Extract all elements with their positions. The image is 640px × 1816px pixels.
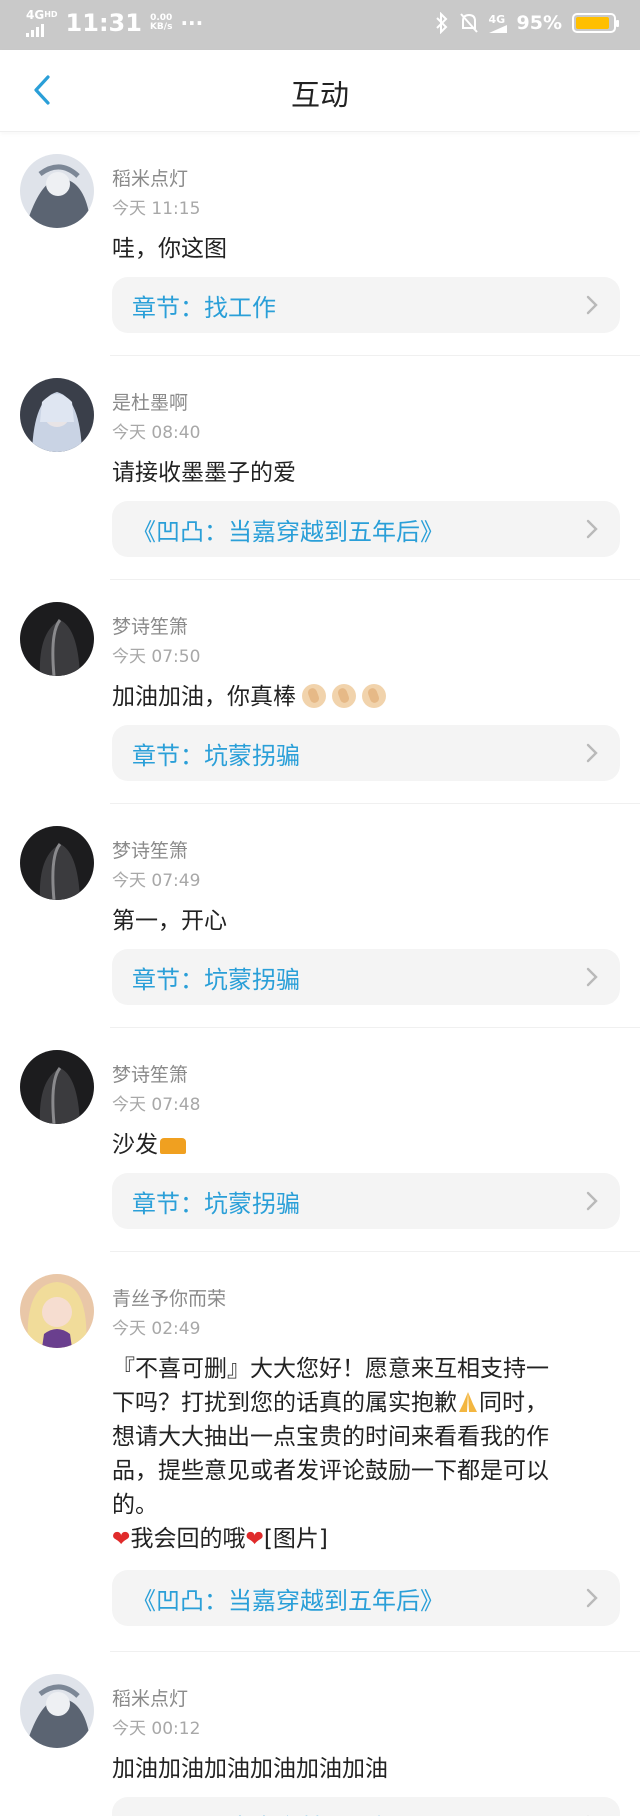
avatar[interactable] [20, 826, 94, 900]
list-item: 稻米点灯 今天 11:15 哇，你这图 章节：找工作 [0, 132, 640, 356]
signal-icon-right [488, 24, 507, 33]
battery-percent: 95% [516, 12, 562, 34]
comment-time: 今天 08:40 [112, 423, 201, 443]
list-item: 梦诗笙箫 今天 07:48 沙发 章节：坑蒙拐骗 [0, 1028, 640, 1252]
network-right-type: 4G [488, 12, 506, 26]
user-name[interactable]: 梦诗笙箫 [112, 836, 188, 863]
list-item: 梦诗笙箫 今天 07:50 加油加油，你真棒 章节：坑蒙拐骗 [0, 580, 640, 804]
comment-text-content: 加油加油，你真棒 [112, 684, 296, 710]
user-name[interactable]: 梦诗笙箫 [112, 1060, 188, 1087]
signal-icon [26, 23, 58, 37]
comment-line: 想请大大抽出一点宝贵的时间来看看我的作 [112, 1424, 549, 1450]
comment-text-content: 沙发 [112, 1132, 158, 1158]
chapter-link[interactable]: 《凹凸：当嘉穿越到五年后》 [112, 1797, 620, 1816]
user-name[interactable]: 是杜墨啊 [112, 388, 188, 415]
avatar[interactable] [20, 1274, 94, 1348]
comment-line: 的。 [112, 1492, 158, 1518]
user-name[interactable]: 稻米点灯 [112, 164, 188, 191]
chapter-link-label: 《凹凸：当嘉穿越到五年后》 [132, 1586, 444, 1615]
chapter-link[interactable]: 《凹凸：当嘉穿越到五年后》 [112, 501, 620, 557]
list-item: 是杜墨啊 今天 08:40 请接收墨墨子的爱 《凹凸：当嘉穿越到五年后》 [0, 356, 640, 580]
chapter-link[interactable]: 《凹凸：当嘉穿越到五年后》 [112, 1570, 620, 1626]
avatar[interactable] [20, 1674, 94, 1748]
list-item: 青丝予你而荣 今天 02:49 『不喜可删』大大您好！愿意来互相支持一 下吗？打扰… [0, 1252, 640, 1652]
chapter-link[interactable]: 章节：找工作 [112, 277, 620, 333]
comment-time: 今天 00:12 [112, 1719, 201, 1739]
network-right: 4G [488, 12, 507, 33]
status-bar: 4GHD 11:31 0.00 KB/s ··· 4G 95% [0, 0, 640, 50]
comment-line: 下吗？打扰到您的话真的属实抱歉 同时， [112, 1386, 612, 1420]
heart-emoji-icon: ❤ [112, 1527, 131, 1552]
silent-bell-icon [459, 13, 478, 33]
chapter-link[interactable]: 章节：坑蒙拐骗 [112, 949, 620, 1005]
user-name[interactable]: 稻米点灯 [112, 1684, 188, 1711]
chapter-link-label: 章节：坑蒙拐骗 [132, 741, 300, 770]
pray-emoji-icon [459, 1392, 477, 1412]
comment-line: 品，提些意见或者发评论鼓励一下都是可以 [112, 1458, 549, 1484]
network-hd: HD [44, 10, 58, 19]
list-item: 梦诗笙箫 今天 07:49 第一，开心 章节：坑蒙拐骗 [0, 804, 640, 1028]
comment-line: ❤我会回的哦❤[图片] [112, 1522, 612, 1557]
chevron-right-icon [586, 519, 598, 539]
comment-line-part: 我会回的哦 [130, 1526, 246, 1552]
chevron-right-icon [586, 743, 598, 763]
net-speed-unit: KB/s [149, 22, 173, 32]
comment-text: 请接收墨墨子的爱 [112, 460, 296, 486]
comment-text: 加油加油，你真棒 [112, 680, 612, 714]
chapter-link-label: 《凹凸：当嘉穿越到五年后》 [132, 1808, 444, 1816]
chapter-link[interactable]: 章节：坑蒙拐骗 [112, 725, 620, 781]
comment-time: 今天 07:49 [112, 871, 201, 891]
user-name[interactable]: 青丝予你而荣 [112, 1284, 226, 1311]
comment-text: 沙发 [112, 1128, 612, 1162]
image-placeholder-text[interactable]: [图片] [264, 1526, 328, 1552]
chapter-link-label: 章节：坑蒙拐骗 [132, 965, 300, 994]
clap-emoji-icon [332, 684, 356, 708]
sofa-emoji-icon [160, 1138, 186, 1154]
chevron-right-icon [586, 295, 598, 315]
nav-bar: 互动 [0, 50, 640, 132]
chevron-right-icon [586, 1191, 598, 1211]
network-indicator: 4GHD [26, 9, 58, 37]
chapter-link-label: 章节：找工作 [132, 293, 276, 322]
comment-line-part: 下吗？打扰到您的话真的属实抱歉 [112, 1390, 457, 1416]
chapter-link-label: 《凹凸：当嘉穿越到五年后》 [132, 517, 444, 546]
network-type: 4G [26, 8, 45, 22]
heart-emoji-icon: ❤ [245, 1527, 264, 1552]
chapter-link-label: 章节：坑蒙拐骗 [132, 1189, 300, 1218]
comment-line: 『不喜可删』大大您好！愿意来互相支持一 [112, 1356, 549, 1382]
comment-text: 哇，你这图 [112, 236, 227, 262]
comment-time: 今天 02:49 [112, 1319, 201, 1339]
comment-text: 『不喜可删』大大您好！愿意来互相支持一 下吗？打扰到您的话真的属实抱歉 同时， 想请大… [112, 1352, 612, 1557]
battery-icon [572, 13, 619, 33]
avatar[interactable] [20, 602, 94, 676]
page-title: 互动 [290, 78, 349, 112]
battery-fill [576, 17, 610, 29]
comment-text: 加油加油加油加油加油加油 [112, 1756, 388, 1782]
chapter-link[interactable]: 章节：坑蒙拐骗 [112, 1173, 620, 1229]
comment-time: 今天 07:48 [112, 1095, 201, 1115]
avatar[interactable] [20, 154, 94, 228]
avatar[interactable] [20, 378, 94, 452]
interaction-list: 稻米点灯 今天 11:15 哇，你这图 章节：找工作 是杜墨啊 今天 08:40… [0, 132, 640, 1816]
comment-text: 第一，开心 [112, 908, 227, 934]
clock: 11:31 [65, 9, 142, 37]
comment-line-part: 同时， [479, 1390, 548, 1416]
net-speed: 0.00 KB/s [150, 14, 172, 32]
clap-emoji-icon [362, 684, 386, 708]
bluetooth-icon [435, 12, 447, 34]
list-item: 稻米点灯 今天 00:12 加油加油加油加油加油加油 《凹凸：当嘉穿越到五年后》 [0, 1652, 640, 1816]
chevron-right-icon [586, 1588, 598, 1608]
comment-time: 今天 11:15 [112, 199, 201, 219]
user-name[interactable]: 梦诗笙箫 [112, 612, 188, 639]
chevron-right-icon [586, 967, 598, 987]
clap-emoji-icon [302, 684, 326, 708]
more-notifications-icon: ··· [180, 11, 204, 35]
avatar[interactable] [20, 1050, 94, 1124]
comment-time: 今天 07:50 [112, 647, 201, 667]
